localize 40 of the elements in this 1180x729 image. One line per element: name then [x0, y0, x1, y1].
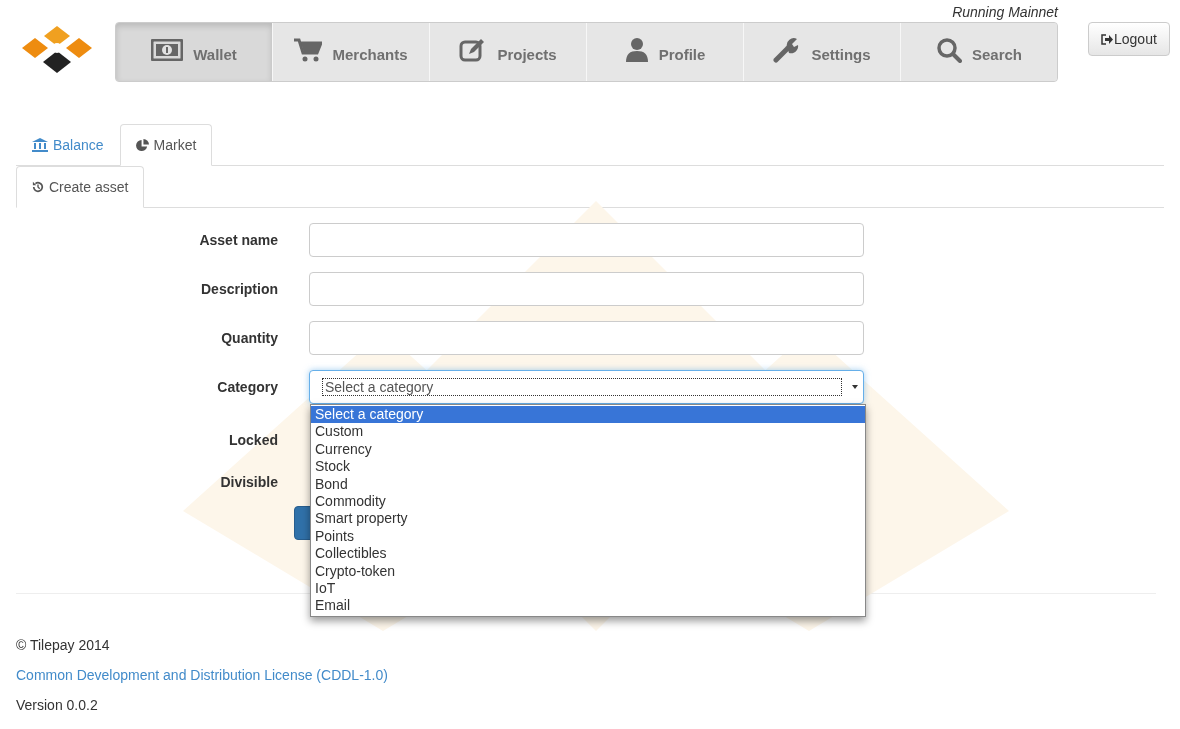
- caret-icon: [852, 385, 858, 389]
- text-input[interactable]: [309, 223, 864, 257]
- network-status: Running Mainnet: [952, 4, 1058, 20]
- dropdown-option[interactable]: Currency: [311, 440, 865, 459]
- logout-button[interactable]: Logout: [1088, 22, 1170, 56]
- bank-icon: [32, 138, 48, 152]
- dropdown-option[interactable]: Points: [311, 527, 865, 546]
- nav-tab[interactable]: Wallet: [116, 23, 273, 81]
- field-label: Divisible: [219, 473, 279, 490]
- tab[interactable]: Create asset: [16, 166, 145, 208]
- text-input[interactable]: [309, 321, 864, 355]
- field-label: Asset name: [198, 232, 279, 248]
- field-label: Category: [216, 379, 279, 395]
- license-link[interactable]: Common Development and Distribution License (CDDL-1.0): [16, 667, 388, 683]
- person-icon: [624, 37, 649, 63]
- copyright-text: © Tilepay 2014: [16, 637, 110, 653]
- dropdown-option[interactable]: Commodity: [311, 492, 865, 511]
- dropdown-option[interactable]: Custom: [311, 423, 865, 441]
- field-label: Quantity: [220, 330, 279, 346]
- field-label: Description: [200, 281, 279, 297]
- dropdown-option[interactable]: IoT: [311, 579, 865, 598]
- text-input[interactable]: [309, 272, 864, 306]
- search-icon: [935, 37, 962, 63]
- dropdown-option[interactable]: Crypto-token: [311, 562, 865, 580]
- dropdown-option[interactable]: Stock: [311, 458, 865, 476]
- logout-icon: [1101, 33, 1113, 45]
- field-label: Locked: [228, 431, 279, 448]
- dropdown-option[interactable]: Collectibles: [311, 545, 865, 563]
- history-icon: [32, 181, 44, 193]
- dropdown-option[interactable]: Smart property: [311, 510, 865, 528]
- dropdown-option[interactable]: Select a category: [311, 406, 865, 424]
- category-select[interactable]: Select a category: [309, 370, 864, 404]
- tab[interactable]: Balance: [16, 124, 120, 166]
- dropdown-option[interactable]: Email: [311, 597, 865, 615]
- cart-icon: [294, 38, 323, 62]
- tab[interactable]: Market: [119, 124, 213, 166]
- pie-chart-icon: [135, 138, 149, 152]
- banknote-icon: [151, 39, 184, 61]
- version-text: Version 0.0.2: [16, 697, 98, 713]
- dropdown-option[interactable]: Bond: [311, 475, 865, 493]
